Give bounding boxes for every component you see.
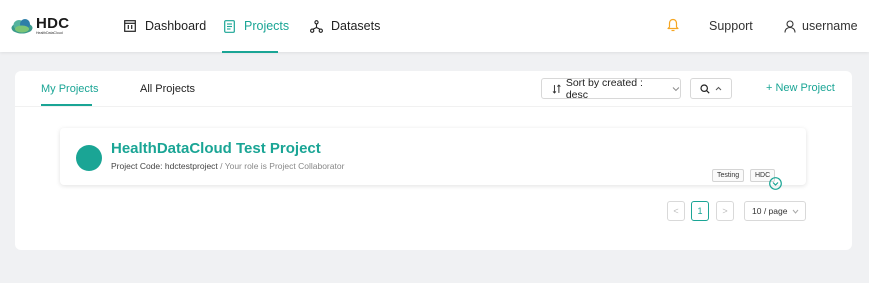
nav-projects[interactable]: Projects <box>222 0 289 52</box>
projects-icon <box>222 19 236 33</box>
projects-panel: My Projects All Projects Sort by created… <box>15 71 852 250</box>
pagination-prev-button[interactable]: < <box>667 201 685 221</box>
tab-all-projects[interactable]: All Projects <box>140 83 195 95</box>
nav-datasets-label: Datasets <box>331 19 381 33</box>
pagination-page-1[interactable]: 1 <box>691 201 709 221</box>
tabs-divider <box>15 106 852 107</box>
page-size-label: 10 / page <box>752 206 788 216</box>
sort-label: Sort by created : desc <box>565 76 643 101</box>
project-title[interactable]: HealthDataCloud Test Project <box>111 140 321 157</box>
page-size-select[interactable]: 10 / page <box>744 201 806 221</box>
dashboard-icon <box>123 19 137 33</box>
cloud-logo-icon <box>11 19 33 34</box>
nav-dashboard[interactable]: Dashboard <box>123 0 206 52</box>
search-toggle-button[interactable] <box>690 78 732 99</box>
username-label: username <box>802 19 858 33</box>
chevron-up-icon <box>715 86 722 91</box>
top-header: HDC HealthDataCloud Dashboard Projects D… <box>0 0 869 53</box>
nav-active-indicator <box>222 51 278 53</box>
search-icon <box>700 83 710 94</box>
pagination-next-button[interactable]: > <box>716 201 734 221</box>
new-project-button[interactable]: + New Project <box>766 82 835 94</box>
nav-projects-label: Projects <box>244 19 290 33</box>
nav-datasets[interactable]: Datasets <box>309 0 380 52</box>
chevron-down-icon <box>793 209 799 214</box>
expand-circle-icon[interactable] <box>769 177 782 190</box>
project-role: / Your role is Project Collaborator <box>217 161 345 171</box>
project-avatar <box>76 145 102 171</box>
sort-icon <box>552 83 561 94</box>
project-tag: Testing <box>712 169 745 182</box>
user-menu[interactable]: username <box>784 0 858 52</box>
logo-subtitle: HealthDataCloud <box>36 31 63 36</box>
datasets-icon <box>309 19 323 33</box>
project-code: Project Code: hdctestproject <box>111 161 218 171</box>
project-meta: Project Code: hdctestproject / Your role… <box>111 161 344 171</box>
user-icon <box>784 19 796 33</box>
nav-dashboard-label: Dashboard <box>145 19 207 33</box>
logo-title: HDC <box>36 15 70 33</box>
support-link[interactable]: Support <box>709 0 753 52</box>
chevron-down-icon <box>672 86 680 91</box>
hdc-logo[interactable]: HDC HealthDataCloud <box>11 14 69 38</box>
sort-dropdown[interactable]: Sort by created : desc <box>541 76 681 101</box>
bell-icon[interactable] <box>667 18 679 32</box>
project-card[interactable]: HealthDataCloud Test Project Project Cod… <box>60 128 806 185</box>
tab-my-projects[interactable]: My Projects <box>41 83 98 95</box>
